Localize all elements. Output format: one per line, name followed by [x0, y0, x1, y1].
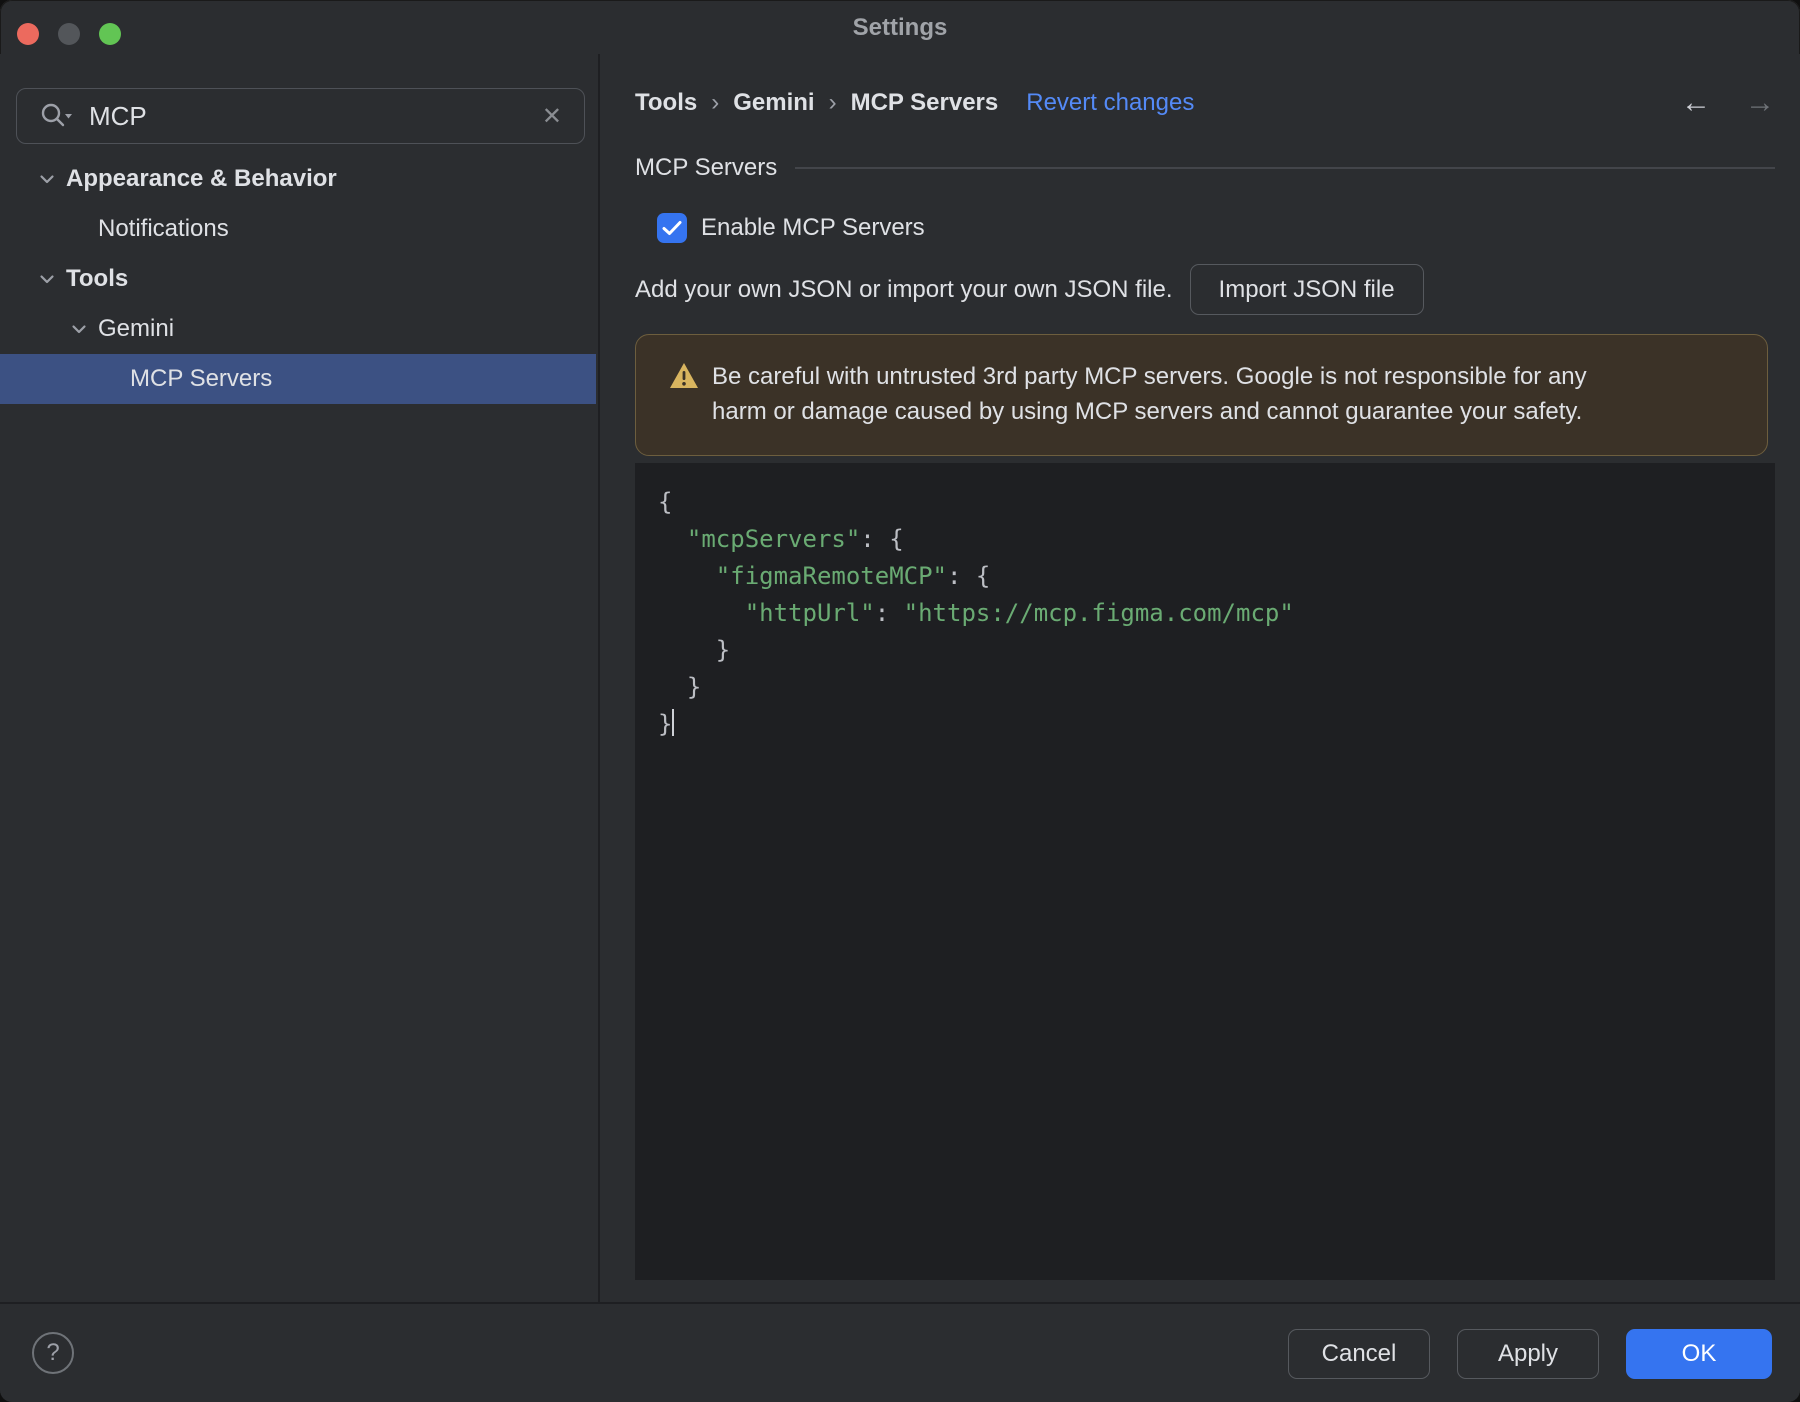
settings-tree: Appearance & Behavior Notifications Tools G… [0, 154, 596, 404]
window-title: Settings [852, 14, 948, 41]
breadcrumb: Tools › Gemini › MCP Servers [635, 89, 998, 117]
revert-changes-link[interactable]: Revert changes [1026, 89, 1194, 117]
sidebar-item-tools[interactable]: Tools [0, 254, 596, 304]
sidebar-item-appearance-behavior[interactable]: Appearance & Behavior [0, 154, 596, 204]
back-arrow-icon[interactable]: ← [1681, 86, 1711, 120]
code-line: } [658, 709, 675, 738]
footer-buttons: Cancel Apply OK [1288, 1329, 1772, 1379]
search-field[interactable]: ✕ [16, 88, 585, 144]
code-line: } [658, 636, 731, 664]
breadcrumb-separator-icon: › [711, 89, 720, 116]
breadcrumb-separator-icon: › [828, 89, 837, 116]
enable-mcp-checkbox[interactable] [657, 213, 687, 243]
section-divider [795, 167, 1775, 169]
code-line: "httpUrl": "https://mcp.figma.com/mcp" [744, 599, 1294, 627]
sidebar-item-gemini[interactable]: Gemini [0, 304, 596, 354]
settings-window: Settings ✕ Appearance & Behavior Notifica… [0, 0, 1800, 1402]
history-navigation: ← → [1681, 86, 1775, 120]
chevron-down-icon[interactable] [35, 168, 59, 190]
settings-sidebar: ✕ Appearance & Behavior Notifications Tool… [0, 54, 600, 1302]
enable-mcp-checkbox-row[interactable]: Enable MCP Servers [657, 213, 925, 243]
warning-banner: Be careful with untrusted 3rd party MCP … [635, 334, 1768, 456]
section-header: MCP Servers [635, 150, 1775, 186]
sidebar-item-label: MCP Servers [130, 365, 273, 392]
json-config-editor[interactable]: { "mcpServers": { "figmaRemoteMCP": { "h… [635, 463, 1775, 1280]
import-json-button[interactable]: Import JSON file [1189, 264, 1424, 315]
search-input[interactable] [87, 99, 542, 133]
import-row: Add your own JSON or import your own JSO… [635, 264, 1424, 315]
clear-search-icon[interactable]: ✕ [542, 102, 562, 131]
breadcrumb-item[interactable]: MCP Servers [851, 89, 999, 117]
checkmark-icon [662, 221, 682, 235]
warning-triangle-icon [670, 363, 698, 388]
code-line: "mcpServers": { [686, 525, 904, 553]
code-line: } [658, 673, 702, 701]
warning-text: Be careful with untrusted 3rd party MCP … [712, 363, 1587, 425]
sidebar-item-label: Tools [66, 265, 129, 292]
sidebar-item-label: Notifications [98, 215, 229, 242]
ok-button[interactable]: OK [1626, 1329, 1772, 1379]
sidebar-item-mcp-servers[interactable]: MCP Servers [0, 354, 596, 404]
sidebar-item-notifications[interactable]: Notifications [0, 204, 596, 254]
apply-button[interactable]: Apply [1457, 1329, 1599, 1379]
sidebar-item-label: Appearance & Behavior [66, 165, 337, 192]
enable-mcp-label: Enable MCP Servers [701, 214, 925, 241]
question-mark-icon: ? [46, 1339, 60, 1366]
chevron-down-icon[interactable] [35, 268, 59, 290]
forward-arrow-icon[interactable]: → [1745, 86, 1775, 120]
mcp-servers-panel: Tools › Gemini › MCP Servers Revert changes … [602, 54, 1800, 1302]
cancel-button[interactable]: Cancel [1288, 1329, 1430, 1379]
code-line: { [658, 488, 673, 516]
search-icon [41, 103, 72, 127]
section-title: MCP Servers [635, 154, 778, 181]
import-description: Add your own JSON or import your own JSO… [635, 275, 1173, 303]
help-button[interactable]: ? [32, 1332, 74, 1374]
breadcrumb-item[interactable]: Tools [635, 89, 697, 117]
title-bar: Settings [0, 0, 1800, 54]
text-cursor [672, 709, 675, 736]
code-line: "figmaRemoteMCP": { [715, 562, 991, 590]
breadcrumb-row: Tools › Gemini › MCP Servers Revert changes … [635, 80, 1775, 126]
sidebar-item-label: Gemini [98, 315, 175, 342]
breadcrumb-item[interactable]: Gemini [733, 89, 814, 117]
chevron-down-icon[interactable] [67, 318, 91, 340]
dialog-footer: ? Cancel Apply OK [0, 1302, 1800, 1402]
